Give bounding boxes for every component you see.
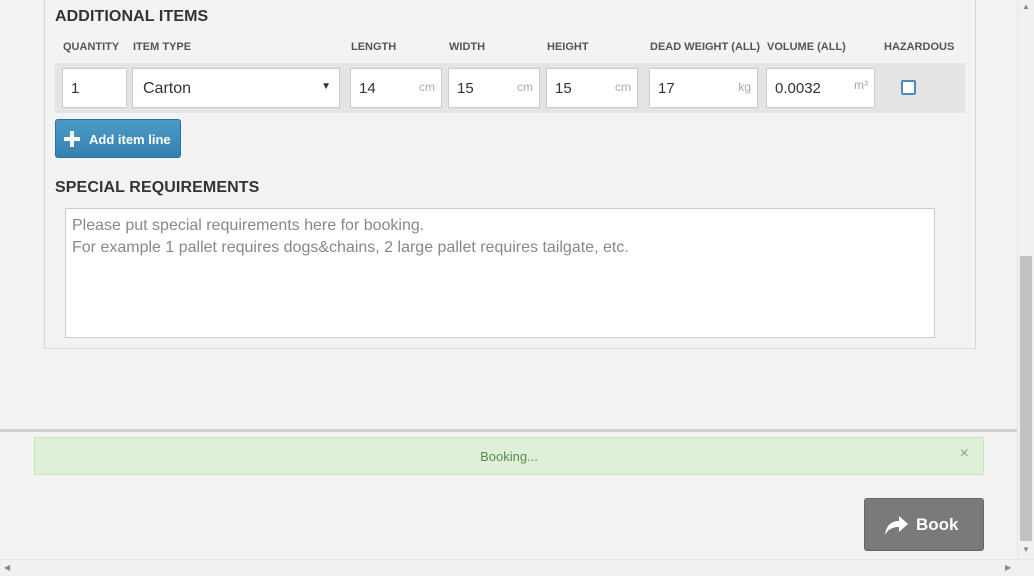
scroll-right-arrow-icon[interactable]: ▶ (1005, 563, 1011, 572)
plus-icon (62, 129, 82, 149)
volume-value: 0.0032 (775, 80, 821, 97)
column-header-length: LENGTH (351, 41, 397, 53)
width-unit: cm (517, 80, 533, 94)
column-header-width: WIDTH (449, 41, 486, 53)
section-divider (0, 429, 1017, 432)
book-button[interactable]: Book (864, 498, 984, 551)
chevron-down-icon: ▼ (321, 81, 331, 92)
length-unit: cm (419, 80, 435, 94)
length-input[interactable]: 14 cm (350, 68, 442, 108)
column-header-height: HEIGHT (547, 41, 589, 53)
hazardous-checkbox[interactable] (901, 80, 916, 95)
column-header-volume: VOLUME (ALL) (767, 41, 846, 53)
height-unit: cm (615, 80, 631, 94)
column-header-quantity: QUANTITY (63, 41, 120, 53)
add-item-line-button[interactable]: Add item line (55, 119, 181, 158)
column-header-dead-weight: DEAD WEIGHT (ALL) (650, 41, 760, 53)
special-requirements-textarea[interactable]: Please put special requirements here for… (65, 208, 935, 338)
volume-input[interactable]: 0.0032 m³ (766, 68, 875, 108)
item-type-select[interactable]: Carton ▼ (132, 68, 340, 108)
close-icon[interactable]: × (960, 445, 969, 463)
placeholder-line-2: For example 1 pallet requires dogs&chain… (72, 239, 629, 256)
height-value: 15 (555, 80, 572, 97)
scroll-down-arrow-icon[interactable]: ▼ (1022, 545, 1030, 554)
dead-weight-unit: kg (738, 80, 751, 94)
dead-weight-input[interactable]: 17 kg (649, 68, 758, 108)
add-item-line-label: Add item line (89, 132, 171, 147)
book-button-label: Book (916, 515, 959, 534)
special-requirements-title: SPECIAL REQUIREMENTS (55, 179, 260, 196)
width-value: 15 (457, 80, 474, 97)
dead-weight-value: 17 (658, 80, 675, 97)
column-header-item-type: ITEM TYPE (133, 41, 192, 53)
share-arrow-icon (883, 513, 909, 537)
horizontal-scrollbar[interactable]: ◀ ▶ (0, 559, 1034, 576)
item-type-value: Carton (143, 80, 192, 97)
volume-unit: m³ (854, 78, 868, 92)
quantity-value: 1 (71, 80, 80, 97)
placeholder-line-1: Please put special requirements here for… (72, 217, 425, 234)
quantity-input[interactable]: 1 (62, 68, 127, 108)
column-header-hazardous: HAZARDOUS (884, 41, 955, 53)
vertical-scroll-thumb[interactable] (1020, 256, 1032, 541)
booking-status-message: Booking... (480, 449, 538, 464)
height-input[interactable]: 15 cm (546, 68, 638, 108)
vertical-scrollbar[interactable]: ▲ ▼ (1017, 0, 1034, 559)
booking-status-alert: Booking... × (34, 437, 984, 475)
scroll-left-arrow-icon[interactable]: ◀ (4, 563, 10, 572)
scroll-up-arrow-icon[interactable]: ▲ (1022, 2, 1030, 11)
additional-items-title: ADDITIONAL ITEMS (55, 8, 209, 25)
length-value: 14 (359, 80, 376, 97)
width-input[interactable]: 15 cm (448, 68, 540, 108)
